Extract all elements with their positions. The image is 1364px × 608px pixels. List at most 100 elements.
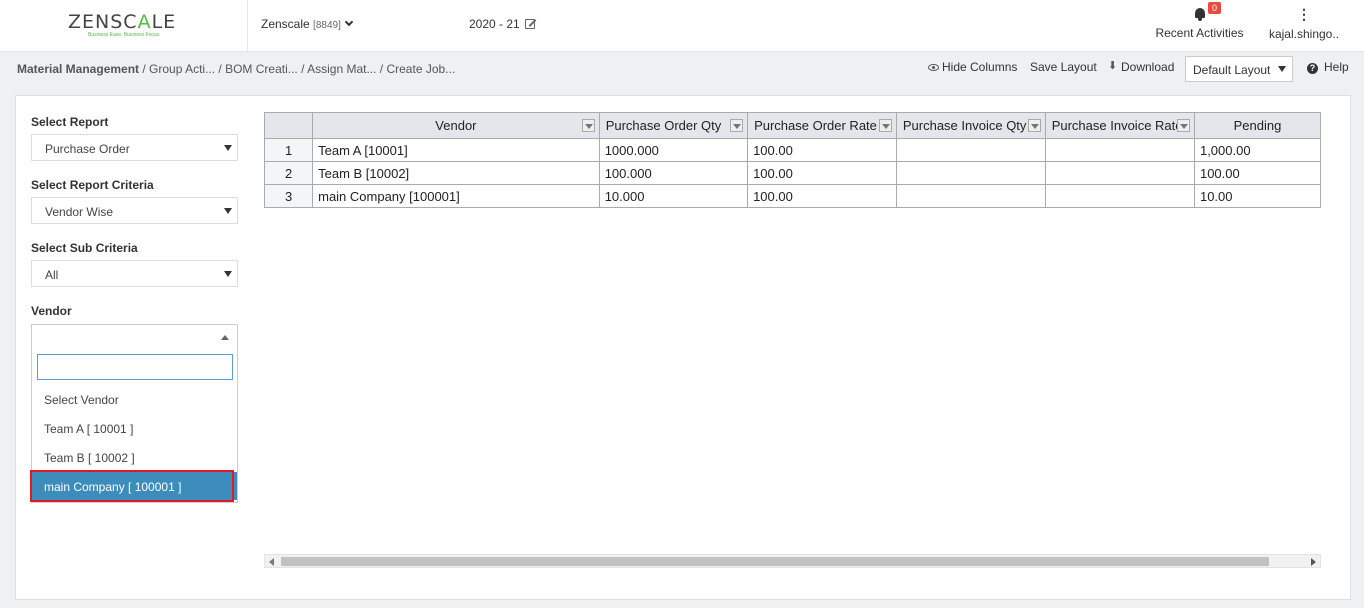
breadcrumb-item-create-job[interactable]: / Create Job... (376, 62, 455, 76)
vendor-dropdown-list: Select Vendor Team A [ 10001 ] Team B [ … (30, 349, 238, 503)
horizontal-scrollbar[interactable] (264, 554, 1321, 568)
question-circle-icon: ? (1307, 63, 1318, 74)
column-header-label: Purchase Invoice Rate (1051, 118, 1183, 133)
caret-down-icon (224, 271, 232, 277)
cell-pending[interactable]: 1,000.00 (1193, 138, 1321, 162)
row-number: 1 (264, 138, 314, 162)
hide-columns-button[interactable]: Hide Columns (928, 60, 1017, 74)
column-header-label: Pending (1233, 118, 1282, 133)
cell-pending[interactable]: 100.00 (1193, 161, 1321, 185)
scroll-right-arrow-icon[interactable] (1311, 558, 1316, 566)
select-report-value: Purchase Order (45, 142, 130, 156)
company-name: Zenscale (261, 17, 310, 31)
chevron-down-icon (344, 17, 354, 27)
breadcrumb-item-bom-creation[interactable]: / BOM Creati... (215, 62, 297, 76)
select-report-criteria-dropdown[interactable]: Vendor Wise (31, 197, 238, 224)
recent-activities-button[interactable]: Recent Activities (1152, 8, 1247, 40)
row-number: 2 (264, 161, 314, 185)
cell-pi-qty[interactable] (895, 161, 1046, 185)
caret-down-icon (224, 208, 232, 214)
select-sub-criteria-label: Select Sub Criteria (31, 241, 138, 255)
caret-down-icon (1278, 66, 1286, 72)
cell-po-qty[interactable]: 100.000 (598, 161, 749, 185)
user-name: kajal.shingo.. (1268, 27, 1340, 41)
column-header-label: Purchase Order Qty (605, 118, 722, 133)
breadcrumb: Material Management / Group Acti... / BO… (17, 62, 455, 76)
caret-up-icon (221, 335, 229, 340)
cell-pi-rate[interactable] (1044, 161, 1195, 185)
edit-icon[interactable] (524, 19, 535, 29)
company-selector[interactable]: Zenscale [8849] (261, 17, 354, 31)
cell-pi-rate[interactable] (1044, 184, 1195, 208)
help-button[interactable]: ? Help (1307, 60, 1349, 74)
breadcrumb-item-group-activity[interactable]: / Group Acti... (139, 62, 215, 76)
logo[interactable]: ZENSCALE Business Ease. Business Focus. (0, 0, 248, 51)
vendor-option-team-a[interactable]: Team A [ 10001 ] (32, 414, 237, 442)
cell-pi-qty[interactable] (895, 138, 1046, 162)
layout-select[interactable]: Default Layout (1185, 56, 1293, 82)
breadcrumb-item-material-management[interactable]: Material Management (17, 62, 139, 76)
column-header-rownum (264, 112, 314, 139)
scroll-left-arrow-icon[interactable] (269, 558, 274, 566)
column-header-pi-rate[interactable]: Purchase Invoice Rate (1044, 112, 1195, 139)
filter-icon[interactable] (730, 119, 744, 132)
column-header-po-rate[interactable]: Purchase Order Rate (747, 112, 897, 139)
hide-columns-label: Hide Columns (942, 60, 1018, 74)
cell-po-rate[interactable]: 100.00 (747, 184, 897, 208)
logo-text: ZENSCALE (68, 11, 177, 33)
vendor-option-main-company[interactable]: main Company [ 100001 ] (30, 470, 237, 502)
table-row[interactable]: 1 Team A [10001] 1000.000 100.00 1,000.0… (264, 138, 1321, 162)
download-label: Download (1121, 60, 1175, 74)
cell-vendor[interactable]: Team B [10002] (312, 161, 600, 185)
column-header-label: Vendor (435, 118, 477, 133)
column-header-label: Purchase Invoice Qty (902, 118, 1027, 133)
vendor-option-select-vendor[interactable]: Select Vendor (32, 385, 237, 413)
recent-activities-label: Recent Activities (1155, 26, 1244, 40)
download-button[interactable]: Download (1108, 59, 1175, 74)
column-header-po-qty[interactable]: Purchase Order Qty (598, 112, 749, 139)
report-panel: Select Report Purchase Order Select Repo… (15, 95, 1351, 600)
bell-icon (1194, 8, 1206, 21)
breadcrumb-item-assign-material[interactable]: / Assign Mat... (298, 62, 376, 76)
save-layout-label: Save Layout (1030, 60, 1097, 74)
select-report-label: Select Report (31, 115, 109, 129)
cell-pi-rate[interactable] (1044, 138, 1195, 162)
table-header-row: Vendor Purchase Order Qty Purchase Order… (264, 112, 1321, 139)
report-grid: Vendor Purchase Order Qty Purchase Order… (264, 112, 1321, 209)
row-number: 3 (264, 184, 314, 208)
filter-icon[interactable] (1027, 119, 1041, 132)
user-menu[interactable]: ⋮ kajal.shingo.. (1266, 6, 1342, 41)
filter-icon[interactable] (878, 119, 892, 132)
cell-vendor[interactable]: main Company [100001] (312, 184, 600, 208)
vendor-search-input[interactable] (37, 354, 233, 380)
column-header-vendor[interactable]: Vendor (312, 112, 600, 139)
financial-year-label: 2020 - 21 (469, 17, 520, 31)
highlight-box (30, 470, 234, 502)
filter-icon[interactable] (1176, 119, 1190, 132)
logo-tagline: Business Ease. Business Focus. (88, 32, 161, 38)
vendor-select[interactable] (31, 324, 238, 350)
select-sub-criteria-dropdown[interactable]: All (31, 260, 238, 287)
save-layout-button[interactable]: Save Layout (1030, 60, 1097, 74)
cell-po-rate[interactable]: 100.00 (747, 161, 897, 185)
select-report-criteria-value: Vendor Wise (45, 205, 114, 219)
vendor-option-team-b[interactable]: Team B [ 10002 ] (32, 443, 237, 471)
cell-po-qty[interactable]: 1000.000 (598, 138, 749, 162)
column-header-pending[interactable]: Pending (1193, 112, 1321, 139)
kebab-menu-icon: ⋮ (1297, 6, 1311, 22)
cell-vendor[interactable]: Team A [10001] (312, 138, 600, 162)
download-icon (1108, 59, 1118, 72)
cell-pending[interactable]: 10.00 (1193, 184, 1321, 208)
select-report-dropdown[interactable]: Purchase Order (31, 134, 238, 161)
filter-icon[interactable] (581, 119, 595, 132)
financial-year[interactable]: 2020 - 21 (469, 17, 535, 31)
cell-po-qty[interactable]: 10.000 (598, 184, 749, 208)
scrollbar-thumb[interactable] (281, 557, 1269, 566)
table-row[interactable]: 3 main Company [100001] 10.000 100.00 10… (264, 184, 1321, 208)
cell-pi-qty[interactable] (895, 184, 1046, 208)
breadcrumb-bar: Material Management / Group Acti... / BO… (0, 52, 1364, 88)
column-header-pi-qty[interactable]: Purchase Invoice Qty (895, 112, 1046, 139)
eye-slash-icon (928, 64, 939, 71)
table-row[interactable]: 2 Team B [10002] 100.000 100.00 100.00 (264, 161, 1321, 185)
cell-po-rate[interactable]: 100.00 (747, 138, 897, 162)
